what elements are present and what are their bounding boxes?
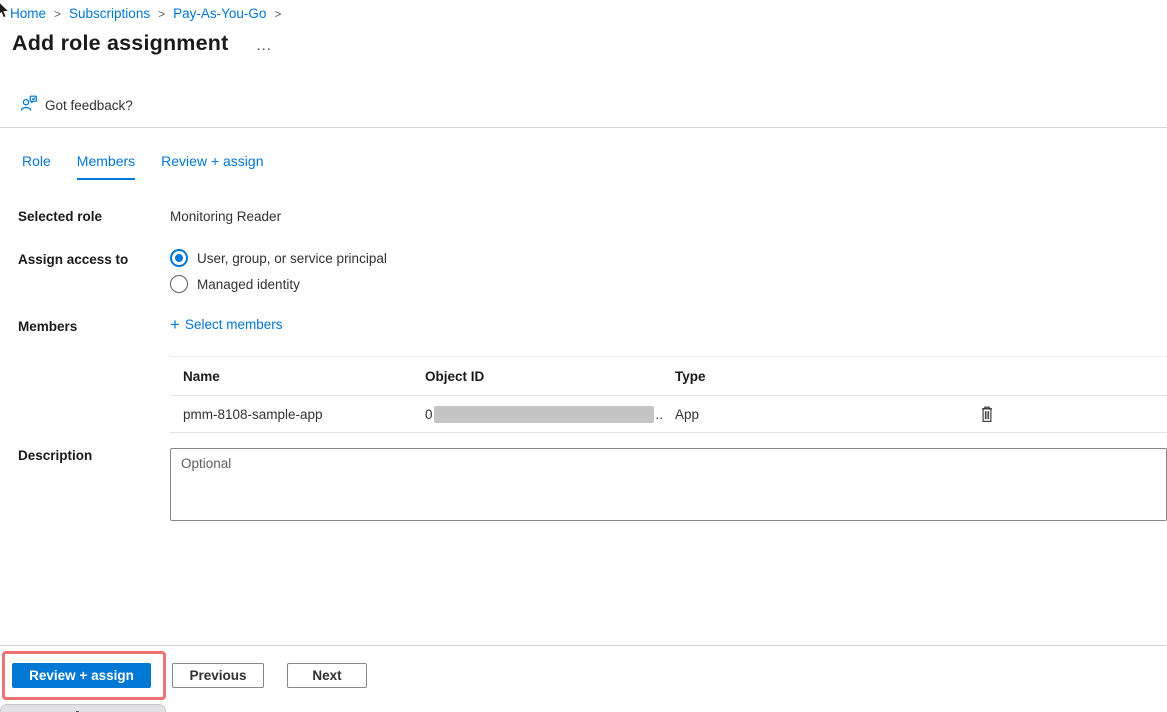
member-name-cell: pmm-8108-sample-app xyxy=(170,407,425,422)
review-assign-button[interactable]: Review + assign xyxy=(12,663,151,688)
description-textarea[interactable] xyxy=(170,448,1167,521)
radio-label: Managed identity xyxy=(197,277,300,292)
object-id-suffix: .. xyxy=(656,407,664,422)
radio-selected-icon xyxy=(170,249,188,267)
breadcrumb: Home > Subscriptions > Pay-As-You-Go > xyxy=(10,6,289,21)
next-button[interactable]: Next xyxy=(287,663,367,688)
breadcrumb-subscriptions[interactable]: Subscriptions xyxy=(69,6,150,21)
select-members-label: Select members xyxy=(185,317,283,332)
breadcrumb-pay-as-you-go[interactable]: Pay-As-You-Go xyxy=(173,6,266,21)
title-row: Add role assignment ... xyxy=(12,31,272,56)
member-object-id-cell: 0 .. xyxy=(425,406,675,423)
previous-button[interactable]: Previous xyxy=(172,663,264,688)
breadcrumb-home[interactable]: Home xyxy=(10,6,46,21)
object-id-redaction-box xyxy=(434,406,654,423)
selected-role-label: Selected role xyxy=(18,209,102,224)
radio-unselected-icon xyxy=(170,275,188,293)
description-label: Description xyxy=(18,448,92,463)
select-members-link[interactable]: + Select members xyxy=(170,317,282,332)
member-type-cell: App xyxy=(675,407,922,422)
plus-icon: + xyxy=(170,318,180,332)
tab-review-assign[interactable]: Review + assign xyxy=(161,153,263,180)
breadcrumb-separator: > xyxy=(158,7,165,21)
selected-role-value: Monitoring Reader xyxy=(170,209,281,224)
breadcrumb-separator: > xyxy=(54,7,61,21)
tab-role[interactable]: Role xyxy=(22,153,51,180)
members-label: Members xyxy=(18,319,77,334)
feedback-label: Got feedback? xyxy=(45,98,133,113)
members-table: Name Object ID Type pmm-8108-sample-app … xyxy=(170,356,1167,433)
breadcrumb-separator: > xyxy=(274,7,281,21)
column-header-name: Name xyxy=(170,369,425,384)
object-id-prefix: 0 xyxy=(425,407,433,422)
footer-divider xyxy=(0,645,1167,646)
column-header-type: Type xyxy=(675,369,922,384)
column-header-object-id: Object ID xyxy=(425,369,675,384)
radio-user-group-service-principal[interactable]: User, group, or service principal xyxy=(170,249,387,267)
feedback-person-icon xyxy=(20,95,38,115)
more-options-button[interactable]: ... xyxy=(256,37,272,51)
mouse-cursor-icon xyxy=(0,1,11,22)
trash-icon xyxy=(980,406,994,423)
radio-label: User, group, or service principal xyxy=(197,251,387,266)
table-header-row: Name Object ID Type xyxy=(170,357,1167,396)
cutoff-bottom-element xyxy=(0,704,166,712)
tab-members[interactable]: Members xyxy=(77,153,135,180)
radio-managed-identity[interactable]: Managed identity xyxy=(170,275,300,293)
divider xyxy=(0,127,1167,128)
delete-member-button[interactable] xyxy=(980,406,994,423)
got-feedback-button[interactable]: Got feedback? xyxy=(20,95,133,115)
tab-bar: Role Members Review + assign xyxy=(22,153,263,180)
table-row: pmm-8108-sample-app 0 .. App xyxy=(170,396,1167,433)
add-role-assignment-page: Home > Subscriptions > Pay-As-You-Go > A… xyxy=(0,0,1167,712)
assign-access-to-label: Assign access to xyxy=(18,252,128,267)
page-title: Add role assignment xyxy=(12,31,228,56)
